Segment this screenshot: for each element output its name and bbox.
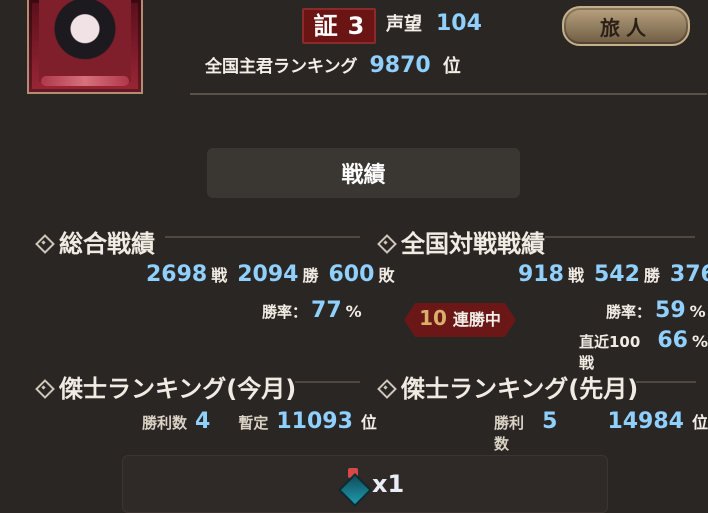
overall-win-rate: 勝率： 77 % [262, 298, 362, 323]
avatar[interactable] [27, 0, 143, 94]
diamond-icon [377, 234, 393, 250]
national-losses: 376 [669, 262, 708, 287]
ranking-last-month-wins-label: 勝利数 [494, 414, 525, 453]
national-win-rate-unit: % [689, 302, 706, 321]
traveler-badge-label: 旅人 [600, 15, 652, 40]
ranking-this-month-title-text: 傑士ランキング(今月) [59, 375, 297, 403]
ranking-this-month-provisional-label: 暫定 [238, 414, 269, 432]
ranking-this-month-provisional-unit: 位 [360, 413, 377, 432]
overall-losses-unit: 敗 [378, 266, 395, 285]
national-lord-ranking-unit: 位 [442, 56, 461, 77]
ranking-this-month-heading: 傑士ランキング(今月) [35, 369, 296, 404]
diamond-icon [35, 234, 51, 250]
overall-win-rate-unit: % [345, 302, 362, 321]
traveler-badge: 旅人 [555, 4, 697, 48]
national-lord-ranking-value: 9870 [369, 53, 431, 78]
avatar-image [39, 0, 131, 82]
traveler-badge-pill: 旅人 [562, 6, 690, 46]
ranking-last-month-rank-value: 14984 [607, 409, 684, 434]
national-title-text: 全国対戦戦績 [401, 230, 545, 258]
overall-wins-unit: 勝 [302, 266, 319, 285]
bottom-item-count: x1 [372, 470, 405, 498]
national-recent-unit: % [691, 332, 708, 351]
overall-wins: 2094 [237, 262, 299, 287]
ranking-last-month-wins-value: 5 [542, 409, 558, 434]
reputation-label: 声望 [386, 14, 422, 35]
ranking-last-month-title-line [636, 381, 696, 383]
overall-losses: 600 [328, 262, 375, 287]
national-recent-label: 直近100戦 [579, 333, 641, 372]
national-battles: 918 [518, 262, 564, 287]
overall-battles-unit: 戦 [211, 266, 228, 285]
overall-record: 2698 戦 2094 勝 600 敗 [146, 262, 394, 287]
national-recent: 直近100戦 66 % [579, 328, 708, 373]
national-win-rate: 勝率： 59 % [606, 298, 706, 323]
overall-title-text: 総合戦績 [59, 230, 155, 258]
national-wins-unit: 勝 [643, 266, 660, 285]
win-streak-value: 10 [419, 306, 447, 330]
win-streak-label: 連勝中 [452, 310, 501, 329]
header-divider [190, 93, 707, 95]
diamond-icon [35, 379, 51, 395]
ranking-last-month-heading: 傑士ランキング(先月) [377, 369, 638, 404]
ranking-this-month-row: 勝利数 4 暫定 11093 位 [142, 409, 377, 434]
ranking-last-month-title-text: 傑士ランキング(先月) [401, 375, 639, 403]
rank-badge-label: 証 [313, 12, 338, 40]
overall-win-rate-value: 77 [311, 298, 342, 323]
win-streak-text: 10 連勝中 [404, 301, 516, 335]
overall-title: 総合戦績 [35, 224, 155, 259]
battle-record-button[interactable]: 戦績 [207, 148, 520, 198]
ranking-this-month-title: 傑士ランキング(今月) [35, 369, 296, 404]
win-streak-badge: 10 連勝中 [404, 301, 516, 339]
ranking-this-month-provisional-value: 11093 [276, 409, 353, 434]
diamond-icon [377, 379, 393, 395]
national-win-rate-label: 勝率： [606, 303, 652, 321]
rank-badge: 証 3 [302, 8, 376, 44]
national-win-rate-value: 59 [655, 298, 686, 323]
ranking-last-month-row: 勝利数 5 14984 位 [494, 409, 708, 454]
national-battles-unit: 戦 [567, 266, 584, 285]
national-recent-value: 66 [657, 328, 688, 353]
overall-title-line [165, 236, 360, 238]
ranking-last-month-rank-unit: 位 [691, 413, 708, 432]
national-title-line [545, 236, 695, 238]
ranking-this-month-title-line [295, 381, 360, 383]
medal-icon [338, 468, 372, 507]
national-lord-ranking: 全国主君ランキング 9870 位 [205, 52, 461, 78]
national-wins: 542 [593, 262, 640, 287]
national-title: 全国対戦戦績 [377, 224, 545, 259]
national-lord-ranking-label: 全国主君ランキング [205, 57, 358, 77]
overall-win-rate-label: 勝率： [262, 303, 308, 321]
reputation: 声望 104 [386, 10, 482, 36]
overall-heading: 総合戦績 [35, 224, 155, 259]
ranking-last-month-title: 傑士ランキング(先月) [377, 369, 638, 404]
reputation-value: 104 [436, 11, 482, 36]
national-record: 918 戦 542 勝 376 敗 [518, 262, 708, 287]
battle-record-button-label: 戦績 [341, 163, 386, 188]
avatar-ribbon [41, 76, 129, 86]
ranking-this-month-wins-value: 4 [195, 409, 211, 434]
ranking-this-month-wins-label: 勝利数 [142, 414, 188, 432]
rank-badge-value: 3 [347, 12, 365, 40]
overall-battles: 2698 [146, 262, 208, 287]
national-heading: 全国対戦戦績 [377, 224, 545, 259]
